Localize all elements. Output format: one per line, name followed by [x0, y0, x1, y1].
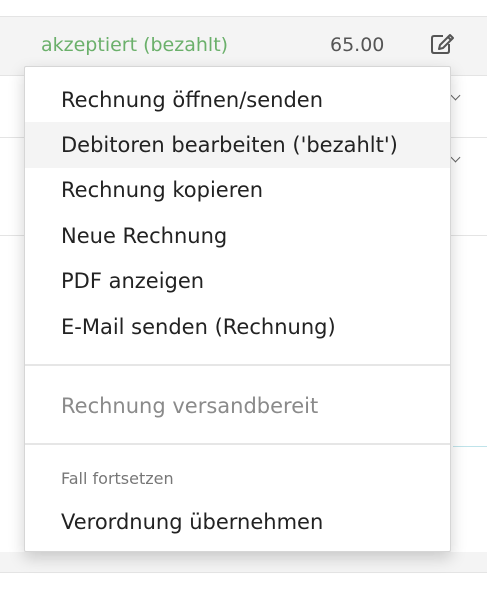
invoice-status: akzeptiert (bezahlt): [41, 34, 229, 56]
menu-item-adopt-prescription[interactable]: Verordnung übernehmen: [25, 499, 450, 545]
menu-item-show-pdf[interactable]: PDF anzeigen: [25, 258, 450, 304]
menu-item-edit-debtors[interactable]: Debitoren bearbeiten ('bezahlt'): [25, 122, 450, 168]
menu-divider: [25, 364, 450, 366]
menu-item-copy-invoice[interactable]: Rechnung kopieren: [25, 167, 450, 213]
context-menu: Rechnung öffnen/senden Debitoren bearbei…: [24, 66, 451, 552]
menu-item-ready-to-send: Rechnung versandbereit: [61, 394, 319, 418]
table-row[interactable]: [0, 552, 487, 573]
menu-item-new-invoice[interactable]: Neue Rechnung: [25, 213, 450, 259]
row-separator: [453, 446, 487, 447]
edit-icon[interactable]: [429, 33, 455, 55]
invoice-amount: 65.00: [330, 34, 385, 56]
menu-section-header: Fall fortsetzen: [61, 469, 174, 488]
menu-item-send-email[interactable]: E-Mail senden (Rechnung): [25, 304, 450, 350]
menu-item-open-send-invoice[interactable]: Rechnung öffnen/senden: [25, 77, 450, 123]
menu-divider: [25, 443, 450, 445]
